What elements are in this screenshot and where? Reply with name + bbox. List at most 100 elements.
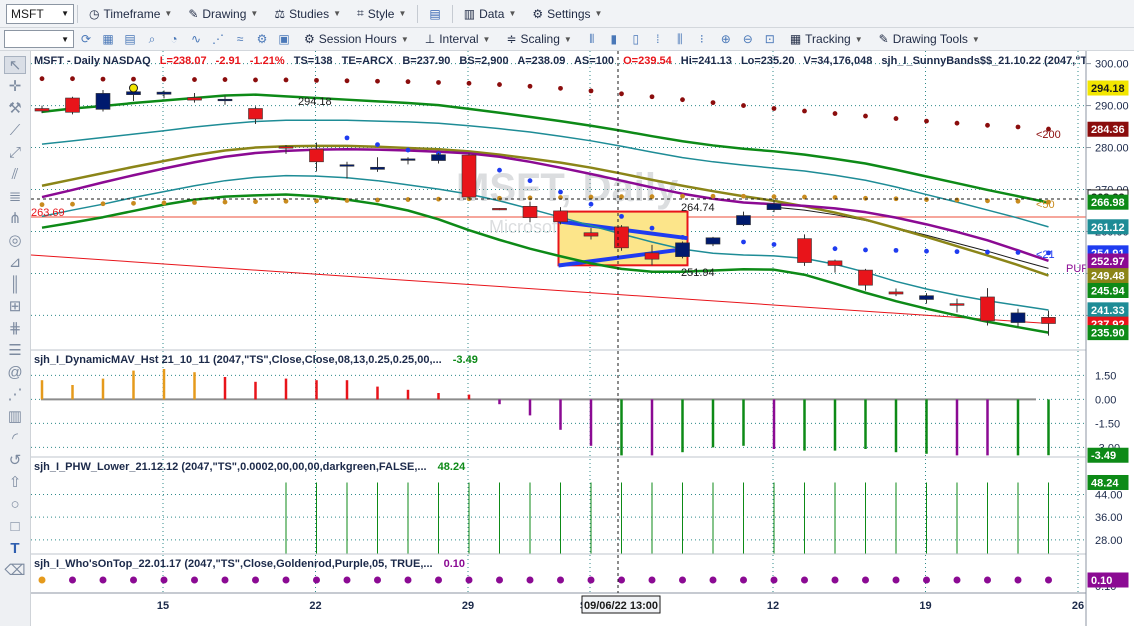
chevron-down-icon: ▼: [61, 34, 69, 44]
ma200-dot: [924, 118, 929, 124]
candle-body: [522, 205, 538, 218]
settings-button[interactable]: ⚙ Settings ▼: [524, 3, 610, 25]
template-combo[interactable]: ▼: [4, 30, 74, 48]
arc-tool-icon[interactable]: ◜: [4, 430, 26, 448]
candle-body: [797, 238, 812, 263]
curve-tool-icon[interactable]: ↺: [4, 452, 26, 470]
tracking-button[interactable]: ▦ Tracking ▼: [782, 28, 871, 50]
table-icon[interactable]: ▤: [122, 32, 138, 47]
chart-icon-group: ⟳ ▦ ▤ ⌕ ◔ ∿ ⋰ ≈ ⚙ ▣: [74, 32, 296, 47]
trendline-tool-icon[interactable]: ⟋: [4, 122, 26, 140]
text-tool-icon[interactable]: T: [4, 540, 26, 558]
vertical-line-tool-icon[interactable]: ║: [4, 276, 26, 294]
ma50-dot: [954, 197, 960, 203]
point-figure-icon[interactable]: ⁝: [694, 32, 710, 47]
candle[interactable]: [65, 96, 80, 115]
ma50-dot: [619, 194, 624, 200]
zoom-out-icon[interactable]: ⊖: [740, 32, 756, 46]
zoom-icon[interactable]: ⌕: [144, 32, 160, 47]
wot-dot: [221, 576, 229, 584]
rectangle-tool-icon[interactable]: □: [4, 518, 26, 536]
pointer-tool-icon[interactable]: ↖: [4, 56, 26, 74]
bid-price: B=237.90: [402, 55, 450, 67]
wot-dot: [38, 576, 46, 584]
timeframe-button[interactable]: ◷ Timeframe ▼: [81, 3, 180, 25]
last-price: L=238.07: [160, 55, 207, 67]
ma21-dot: [558, 189, 563, 195]
layout-button[interactable]: ▤: [421, 3, 448, 25]
data-label: Data: [479, 6, 505, 21]
candle[interactable]: [461, 153, 477, 199]
price-chart[interactable]: MSFT, Daily Microsoft MSFT - Daily NASDA…: [31, 51, 1134, 626]
candle[interactable]: [95, 90, 111, 112]
symbol-input[interactable]: MSFT ▼: [6, 3, 74, 24]
channel-tool-icon[interactable]: ⫽: [4, 166, 26, 184]
gauge-icon[interactable]: ◔: [166, 32, 182, 47]
drawing-button[interactable]: ✎ Drawing ▼: [180, 3, 266, 25]
chevron-down-icon: ▼: [61, 9, 69, 18]
ma50-dot: [131, 200, 136, 206]
wot-dot: [99, 576, 107, 584]
eraser-tool-icon[interactable]: ⌫: [4, 562, 26, 580]
pitchfork-tool-icon[interactable]: ⋔: [4, 210, 26, 228]
grid-tool-icon[interactable]: ⊞: [4, 298, 26, 316]
ma200-dot: [39, 76, 45, 82]
bar-chart-icon[interactable]: ⫴: [584, 32, 600, 47]
candle[interactable]: [492, 207, 507, 211]
ma200-dot: [131, 76, 136, 82]
candle-body: [705, 237, 721, 245]
interval-button[interactable]: ⊥ Interval ▼: [417, 28, 499, 50]
ellipse-tool-icon[interactable]: ○: [4, 496, 26, 514]
measure-tool-icon[interactable]: ⊿: [4, 254, 26, 272]
ray-tool-icon[interactable]: ⤢: [4, 144, 26, 162]
candle[interactable]: [797, 234, 812, 266]
brush-tool-icon[interactable]: ⚒: [4, 100, 26, 118]
ma50-dot: [771, 194, 777, 200]
refresh-icon[interactable]: ⟳: [78, 32, 94, 47]
fan-tool-icon[interactable]: ⋰: [4, 386, 26, 404]
spiral-tool-icon[interactable]: @: [4, 364, 26, 382]
watermark-symbol: MSFT, Daily: [456, 166, 679, 210]
config-icon[interactable]: ⚙: [254, 32, 270, 47]
dot-chart-icon[interactable]: ⁞: [650, 32, 666, 47]
ask-price: A=238.09: [517, 55, 565, 67]
zoom-in-icon[interactable]: ⊕: [718, 32, 734, 46]
wot-dot: [69, 576, 76, 584]
indicator-icon[interactable]: ∿: [188, 32, 204, 47]
candle-chart-icon[interactable]: ▮: [606, 32, 622, 47]
crosshair-tool-icon[interactable]: ✛: [4, 78, 26, 96]
hollow-candle-icon[interactable]: ▯: [628, 32, 644, 47]
drawing-tools-button[interactable]: ✎ Drawing Tools ▼: [871, 28, 988, 50]
speed-tool-icon[interactable]: ⋕: [4, 320, 26, 338]
wot-dot: [862, 576, 869, 584]
wave-icon[interactable]: ≈: [232, 32, 248, 47]
candle[interactable]: [675, 241, 690, 259]
zoom-fit-icon[interactable]: ⊡: [762, 32, 778, 46]
grid-icon[interactable]: ▦: [100, 32, 116, 47]
gann-tool-icon[interactable]: ◎: [4, 232, 26, 250]
scaling-label: Scaling: [520, 32, 560, 46]
fib-tool-icon[interactable]: ≣: [4, 188, 26, 206]
line-chart-icon[interactable]: ⫼: [672, 32, 688, 47]
wot-dot: [435, 576, 442, 584]
time-tool-icon[interactable]: ▥: [4, 408, 26, 426]
ma21-dot: [985, 249, 990, 255]
session-hours-button[interactable]: ⚙ Session Hours ▼: [296, 28, 417, 50]
studies-button[interactable]: ⚖ Studies ▼: [266, 3, 349, 25]
style-button[interactable]: ⌗ Style ▼: [349, 3, 414, 25]
pct-change: -1.21%: [250, 55, 285, 67]
candle-body: [370, 166, 385, 170]
arrow-tool-icon[interactable]: ⇧: [4, 474, 26, 492]
levels-tool-icon[interactable]: ☰: [4, 342, 26, 360]
strategy-icon[interactable]: ▣: [276, 32, 292, 47]
high-marker: [129, 83, 138, 93]
dmav-pane-header: sjh_I_DynamicMAV_Hst 21_10_11 (2047,"TS"…: [34, 354, 478, 366]
wot-dot: [679, 576, 686, 584]
data-button[interactable]: ▥ Data ▼: [456, 3, 525, 25]
candle-body: [736, 215, 751, 226]
candle-body: [309, 148, 324, 163]
candle[interactable]: [614, 225, 629, 251]
phw-value-tag: 48.24: [1087, 474, 1129, 490]
scaling-button[interactable]: ≑ Scaling ▼: [498, 28, 579, 50]
chart-icon[interactable]: ⋰: [210, 32, 226, 47]
